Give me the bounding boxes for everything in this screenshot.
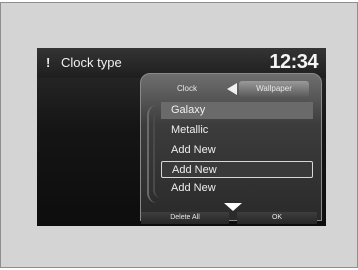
info-icon: !: [46, 55, 51, 70]
wallpaper-list: Galaxy Metallic Add New Add New Add New: [161, 102, 315, 202]
ok-button[interactable]: OK: [237, 212, 317, 224]
list-item-add-new-2[interactable]: Add New: [161, 161, 313, 178]
clock-display: 12:34: [269, 51, 318, 73]
tab-wallpaper[interactable]: Wallpaper: [239, 81, 309, 97]
tab-clock[interactable]: Clock: [157, 81, 217, 97]
list-item-galaxy[interactable]: Galaxy: [161, 102, 313, 119]
left-arrow-icon: [227, 83, 237, 95]
list-item-add-new-3[interactable]: Add New: [161, 180, 313, 197]
page-title: Clock type: [61, 55, 122, 70]
list-item-add-new-1[interactable]: Add New: [161, 142, 313, 159]
delete-all-button[interactable]: Delete All: [141, 212, 229, 224]
list-item-metallic[interactable]: Metallic: [161, 122, 313, 139]
down-arrow-icon[interactable]: [224, 203, 242, 211]
tab-bar: Clock Wallpaper: [147, 81, 313, 99]
